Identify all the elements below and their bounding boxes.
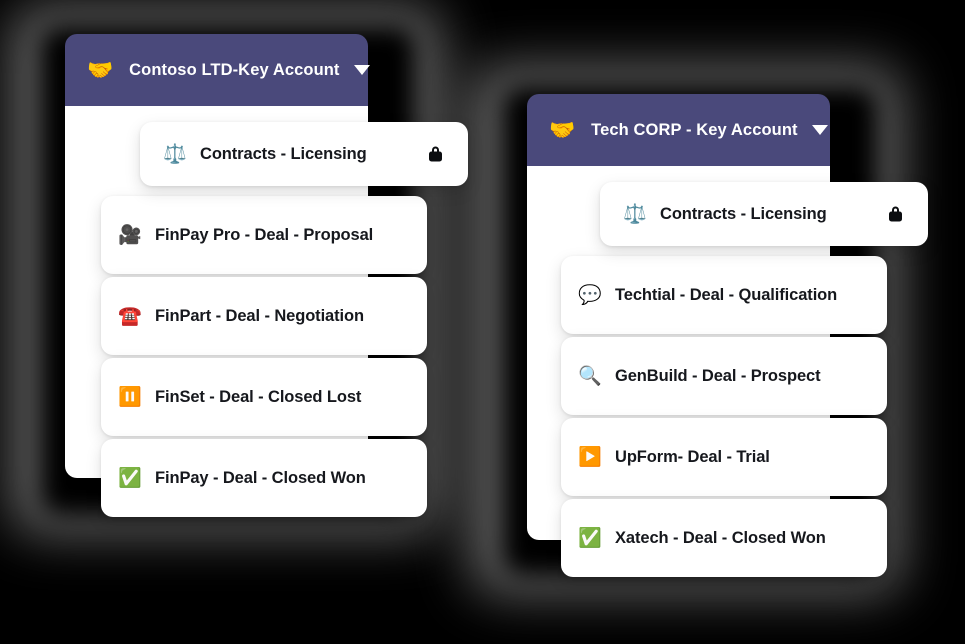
contracts-row-techcorp[interactable]: ⚖️ Contracts - Licensing — [600, 182, 928, 246]
deal-row-label: FinPay Pro - Deal - Proposal — [155, 225, 374, 244]
check-mark-icon: ✅ — [578, 526, 602, 549]
contracts-row-label: Contracts - Licensing — [660, 204, 827, 223]
deal-row[interactable]: ▶️ UpForm- Deal - Trial — [561, 418, 887, 496]
speech-balloon-icon: 💬 — [578, 283, 602, 306]
handshake-icon: 🤝 — [549, 117, 576, 142]
account-card-techcorp: 🤝 Tech CORP - Key Account ⚖️ Contracts -… — [460, 60, 960, 620]
card-title-techcorp: Tech CORP - Key Account — [591, 120, 798, 139]
balance-scale-icon: ⚖️ — [163, 142, 187, 165]
magnifying-glass-icon: 🔍 — [578, 364, 602, 387]
card-header-techcorp[interactable]: 🤝 Tech CORP - Key Account — [527, 94, 830, 166]
contracts-row-label: Contracts - Licensing — [200, 144, 367, 163]
handshake-icon: 🤝 — [87, 57, 114, 82]
deal-row[interactable]: ✅ FinPay - Deal - Closed Won — [101, 439, 427, 517]
movie-camera-icon: 🎥 — [118, 223, 142, 246]
deal-row-label: FinSet - Deal - Closed Lost — [155, 387, 362, 406]
telephone-icon: ☎️ — [118, 304, 142, 327]
lock-icon — [889, 206, 902, 222]
play-button-icon: ▶️ — [578, 445, 602, 468]
check-mark-icon: ✅ — [118, 466, 142, 489]
deal-row[interactable]: 🔍 GenBuild - Deal - Prospect — [561, 337, 887, 415]
card-title-contoso: Contoso LTD-Key Account — [129, 60, 340, 79]
contracts-row-contoso[interactable]: ⚖️ Contracts - Licensing — [140, 122, 468, 186]
deal-row-label: GenBuild - Deal - Prospect — [615, 366, 821, 385]
deal-row-label: Xatech - Deal - Closed Won — [615, 528, 826, 547]
deal-row[interactable]: ✅ Xatech - Deal - Closed Won — [561, 499, 887, 577]
pause-button-icon: ⏸️ — [118, 385, 142, 408]
deal-row-label: FinPart - Deal - Negotiation — [155, 306, 364, 325]
card-header-contoso[interactable]: 🤝 Contoso LTD-Key Account — [65, 34, 370, 106]
balance-scale-icon: ⚖️ — [623, 202, 647, 225]
deal-row[interactable]: ⏸️ FinSet - Deal - Closed Lost — [101, 358, 427, 436]
deal-row-label: UpForm- Deal - Trial — [615, 447, 770, 466]
account-card-contoso: 🤝 Contoso LTD-Key Account ⚖️ Contracts -… — [0, 0, 480, 540]
deal-row-label: FinPay - Deal - Closed Won — [155, 468, 366, 487]
lock-icon — [429, 146, 442, 162]
deal-row[interactable]: ☎️ FinPart - Deal - Negotiation — [101, 277, 427, 355]
chevron-down-icon[interactable] — [811, 125, 828, 135]
deal-row-label: Techtial - Deal - Qualification — [615, 285, 838, 304]
chevron-down-icon[interactable] — [353, 65, 370, 75]
deal-row[interactable]: 🎥 FinPay Pro - Deal - Proposal — [101, 196, 427, 274]
screen: 🤝 Contoso LTD-Key Account ⚖️ Contracts -… — [0, 0, 965, 644]
deal-row[interactable]: 💬 Techtial - Deal - Qualification — [561, 256, 887, 334]
